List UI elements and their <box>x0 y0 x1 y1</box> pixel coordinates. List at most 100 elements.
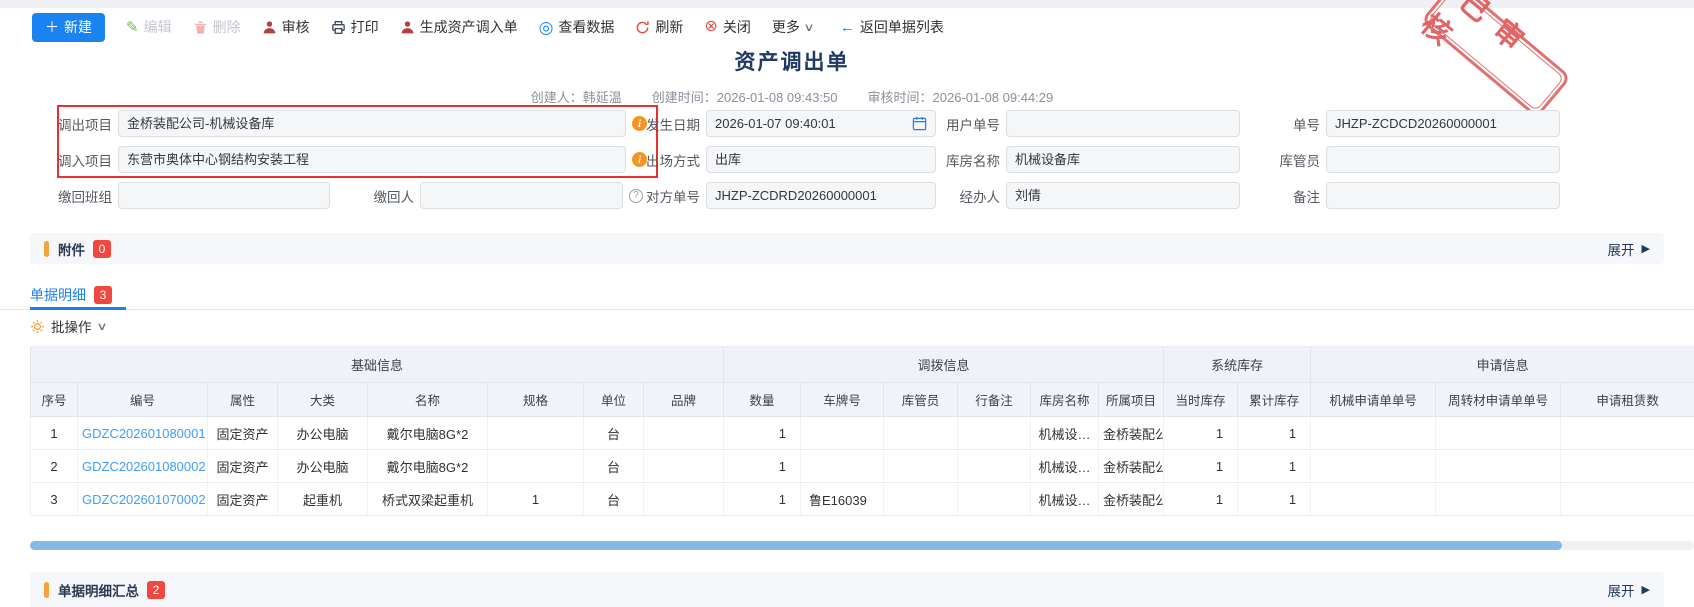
field-in-project: 调入项目 东营市奥体中心钢结构安装工程 i <box>30 146 647 173</box>
close-button[interactable]: ⊗关闭 <box>704 17 750 37</box>
table-cell: 1 <box>1164 450 1238 483</box>
new-button[interactable]: ＋新建 <box>32 13 105 42</box>
plus-icon: ＋ <box>45 17 59 37</box>
table-cell: 机械设… <box>1031 417 1099 450</box>
print-button[interactable]: 打印 <box>331 17 379 37</box>
field-keeper: 库管员 <box>1244 146 1560 173</box>
table-cell <box>488 450 584 483</box>
detail-count-badge: 3 <box>94 286 112 304</box>
field-remark: 备注 <box>1244 182 1560 209</box>
edit-button[interactable]: ✎编辑 <box>126 17 172 37</box>
asset-no-link[interactable]: GDZC202601070002 <box>82 492 206 507</box>
column-group-header: 系统库存 <box>1164 347 1311 383</box>
attachments-count-badge: 0 <box>93 240 111 258</box>
handler-input[interactable]: 刘倩 <box>1006 182 1240 209</box>
view-data-button[interactable]: ◎查看数据 <box>539 17 615 37</box>
table-cell: 机械设… <box>1031 450 1099 483</box>
column-group-header: 基础信息 <box>31 347 724 383</box>
column-group-header: 申请信息 <box>1311 347 1694 383</box>
date-input[interactable]: 2026-01-07 09:40:01 <box>706 110 936 137</box>
column-header: 车牌号 <box>801 383 884 417</box>
field-handler: 经办人 刘倩 <box>920 182 1240 209</box>
attachments-bar[interactable]: 附件 0 展开▶ <box>30 233 1664 264</box>
field-out-mode: 出场方式 出库 <box>622 146 936 173</box>
user-no-input[interactable] <box>1006 110 1240 137</box>
column-header: 序号 <box>31 383 78 417</box>
question-icon[interactable]: ? <box>629 189 643 203</box>
return-person-input[interactable] <box>420 182 623 209</box>
column-header: 累计库存 <box>1238 383 1311 417</box>
column-group-header: 调拨信息 <box>724 347 1164 383</box>
field-date: 发生日期 2026-01-07 09:40:01 <box>622 110 936 137</box>
attachments-title: 附件 <box>58 239 85 259</box>
refresh-button[interactable]: 刷新 <box>635 17 683 37</box>
back-arrow-icon: ← <box>840 20 855 35</box>
doc-no-input[interactable]: JHZP-ZCDCD20260000001 <box>1326 110 1560 137</box>
scrollbar-thumb[interactable] <box>30 541 1562 550</box>
audited-time: 审核时间：2026-01-08 09:44:29 <box>868 87 1054 106</box>
column-header: 周转材申请单单号 <box>1436 383 1561 417</box>
chevron-down-icon: ∨ <box>803 21 814 34</box>
table-cell <box>884 483 958 516</box>
table-cell <box>958 483 1031 516</box>
out-project-input[interactable]: 金桥装配公司-机械设备库 <box>118 110 626 137</box>
table-cell <box>644 483 724 516</box>
column-header: 机械申请单单号 <box>1311 383 1436 417</box>
table-cell: 办公电脑 <box>278 417 368 450</box>
column-header: 名称 <box>368 383 488 417</box>
table-cell <box>1311 483 1436 516</box>
triangle-right-icon: ▶ <box>1642 583 1650 596</box>
table-cell: 1 <box>1238 417 1311 450</box>
table-cell: 金桥装配公… <box>1099 417 1164 450</box>
table-cell: 3 <box>31 483 78 516</box>
column-header: 规格 <box>488 383 584 417</box>
table-cell: 起重机 <box>278 483 368 516</box>
audit-button[interactable]: 审核 <box>262 17 310 37</box>
column-header: 编号 <box>78 383 208 417</box>
table-cell: 台 <box>584 417 644 450</box>
column-header: 当时库存 <box>1164 383 1238 417</box>
delete-button[interactable]: 删除 <box>193 17 241 37</box>
field-warehouse: 库房名称 机械设备库 <box>920 146 1240 173</box>
table-cell <box>1436 483 1561 516</box>
counter-no-input[interactable]: JHZP-ZCDRD20260000001 <box>706 182 936 209</box>
table-cell: 鲁E16039 <box>801 483 884 516</box>
table-cell: GDZC202601080002 <box>78 450 208 483</box>
tab-detail[interactable]: 单据明细3 <box>30 283 112 307</box>
out-mode-input[interactable]: 出库 <box>706 146 936 173</box>
table-row: 3GDZC202601070002固定资产起重机桥式双梁起重机1台1鲁E1603… <box>31 483 1694 516</box>
attachments-expand-button[interactable]: 展开▶ <box>1608 239 1650 259</box>
generate-transfer-in-button[interactable]: 生成资产调入单 <box>400 17 518 37</box>
asset-no-link[interactable]: GDZC202601080002 <box>82 459 206 474</box>
table-cell <box>644 417 724 450</box>
toolbar: ＋新建 ✎编辑 删除 审核 打印 生成资产调入单 ◎查看数据 刷新 ⊗关闭 更多… <box>32 12 944 42</box>
remark-input[interactable] <box>1326 182 1560 209</box>
in-project-input[interactable]: 东营市奥体中心钢结构安装工程 <box>118 146 626 173</box>
table-cell: 1 <box>1238 483 1311 516</box>
person-icon <box>400 20 415 35</box>
back-to-list-button[interactable]: ←返回单据列表 <box>840 17 944 37</box>
keeper-input[interactable] <box>1326 146 1560 173</box>
table-cell: 固定资产 <box>208 483 278 516</box>
table-row: 2GDZC202601080002固定资产办公电脑戴尔电脑8G*2台1机械设…金… <box>31 450 1694 483</box>
summary-bar[interactable]: 单据明细汇总 2 展开▶ <box>30 572 1664 607</box>
table-cell <box>958 450 1031 483</box>
table-cell: 机械设… <box>1031 483 1099 516</box>
horizontal-scrollbar[interactable] <box>30 541 1694 550</box>
table-cell <box>801 417 884 450</box>
more-button[interactable]: 更多∨ <box>772 17 813 37</box>
batch-ops-button[interactable]: 批操作 ∨ <box>30 316 106 336</box>
warehouse-input[interactable]: 机械设备库 <box>1006 146 1240 173</box>
column-header: 行备注 <box>958 383 1031 417</box>
table-cell: 固定资产 <box>208 450 278 483</box>
field-doc-no: 单号 JHZP-ZCDCD20260000001 <box>1244 110 1560 137</box>
table-cell <box>1561 417 1694 450</box>
table-cell <box>488 417 584 450</box>
return-team-input[interactable] <box>118 182 330 209</box>
chevron-down-icon: ∨ <box>96 320 107 333</box>
asset-no-link[interactable]: GDZC202601080001 <box>82 426 206 441</box>
table-cell: 1 <box>724 450 801 483</box>
table-cell <box>801 450 884 483</box>
column-header: 属性 <box>208 383 278 417</box>
summary-expand-button[interactable]: 展开▶ <box>1608 580 1650 600</box>
